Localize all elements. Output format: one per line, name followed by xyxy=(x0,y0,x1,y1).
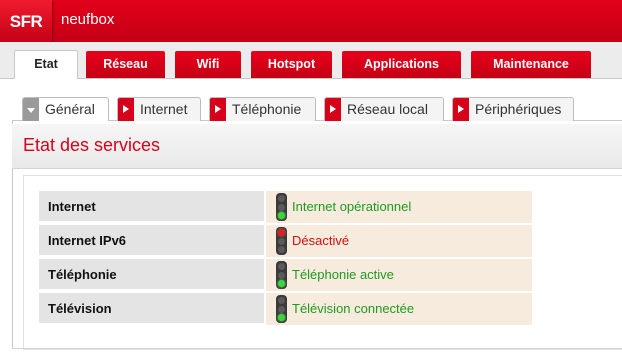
arrow-right-icon xyxy=(453,98,469,121)
subtab-label: Internet xyxy=(140,101,188,117)
arrow-right-icon xyxy=(325,98,341,121)
subtab-label: Téléphonie xyxy=(232,101,302,117)
traffic-light-icon xyxy=(276,295,287,323)
service-status: Internet opérationnel xyxy=(292,199,412,214)
main-nav: Etat Réseau Wifi Hotspot Applications Ma… xyxy=(0,42,622,79)
arrow-right-icon xyxy=(210,98,226,121)
service-name: Internet IPv6 xyxy=(39,225,264,257)
table-row: Téléphonie Téléphonie active xyxy=(39,259,532,293)
traffic-light-icon xyxy=(276,227,287,255)
service-status-cell: Désactivé xyxy=(266,225,532,259)
traffic-light-icon xyxy=(276,193,287,221)
service-status-cell: Télévision connectée xyxy=(266,293,532,327)
subtab-reseau-local[interactable]: Réseau local xyxy=(324,97,444,121)
service-status: Désactivé xyxy=(292,233,350,248)
nav-tab-reseau[interactable]: Réseau xyxy=(86,51,165,78)
nav-tab-etat[interactable]: Etat xyxy=(14,50,78,79)
arrow-right-icon xyxy=(118,98,134,121)
sfr-logo: SFR xyxy=(0,0,52,44)
subtab-label: Périphériques xyxy=(475,101,562,117)
subtab-general[interactable]: Général xyxy=(22,97,109,122)
nav-tab-maintenance[interactable]: Maintenance xyxy=(471,51,591,78)
service-status-cell: Internet opérationnel xyxy=(266,191,532,225)
subtab-telephonie[interactable]: Téléphonie xyxy=(209,97,316,121)
product-name: neufbox xyxy=(61,11,115,28)
subtab-label: Réseau local xyxy=(347,101,428,117)
table-row: Internet IPv6 Désactivé xyxy=(39,225,532,259)
subtab-internet[interactable]: Internet xyxy=(117,97,201,121)
section-bottom-border xyxy=(12,348,622,349)
service-status: Télévision connectée xyxy=(292,301,415,316)
service-name: Téléphonie xyxy=(39,259,264,291)
service-name: Internet xyxy=(39,191,264,223)
chevron-down-icon xyxy=(23,98,39,121)
subtab-peripheriques[interactable]: Périphériques xyxy=(452,97,574,121)
services-table: Internet Internet opérationnel Internet … xyxy=(39,191,532,327)
service-name: Télévision xyxy=(39,293,264,325)
traffic-light-icon xyxy=(276,261,287,289)
nav-tab-applications[interactable]: Applications xyxy=(342,51,461,78)
table-row: Télévision Télévision connectée xyxy=(39,293,532,327)
subtab-label: Général xyxy=(45,101,95,117)
service-status: Téléphonie active xyxy=(292,267,394,282)
nav-tab-hotspot[interactable]: Hotspot xyxy=(251,51,332,78)
section-title: Etat des services xyxy=(23,135,161,155)
service-status-cell: Téléphonie active xyxy=(266,259,532,293)
nav-tab-wifi[interactable]: Wifi xyxy=(175,51,241,78)
table-row: Internet Internet opérationnel xyxy=(39,191,532,225)
page: SFR neufbox Etat Réseau Wifi Hotspot App… xyxy=(0,0,622,361)
